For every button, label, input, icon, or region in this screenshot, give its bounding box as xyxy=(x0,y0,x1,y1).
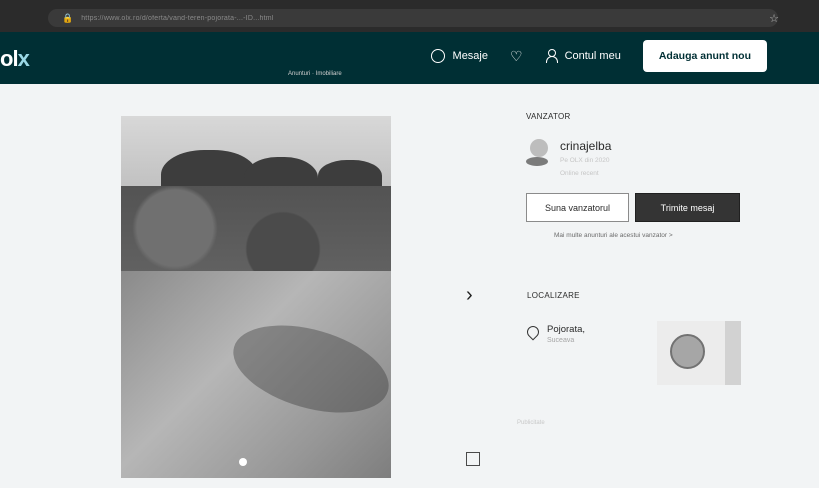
location-pin-icon xyxy=(524,323,542,341)
header-nav: Mesaje ♡ Contul meu Adauga anunt nou xyxy=(430,40,767,72)
account-link[interactable]: Contul meu xyxy=(545,49,621,63)
more-ads-link[interactable]: Mai multe anunturi ale acestui vanzator … xyxy=(554,232,744,239)
user-icon xyxy=(545,49,558,63)
seller-name[interactable]: crinajelba xyxy=(560,139,611,153)
location-section-title: LOCALIZARE xyxy=(527,291,580,300)
messages-link[interactable]: Mesaje xyxy=(430,49,488,63)
seller-info: crinajelba Pe OLX din 2020 Online recent xyxy=(560,139,611,179)
listing-photo[interactable] xyxy=(121,116,391,478)
url-text: https://www.olx.ro/d/oferta/vand-teren-p… xyxy=(81,14,274,22)
browser-address-bar: 🔒 https://www.olx.ro/d/oferta/vand-teren… xyxy=(0,0,819,32)
avatar xyxy=(526,139,550,167)
lock-icon: 🔒 xyxy=(62,12,74,23)
account-label: Contul meu xyxy=(564,50,621,62)
seller-meta-1: Pe OLX din 2020 xyxy=(560,157,610,164)
post-ad-button[interactable]: Adauga anunt nou xyxy=(642,40,767,72)
fullscreen-icon[interactable] xyxy=(466,452,480,466)
site-header: olx Mesaje ♡ Contul meu Adauga anunt nou xyxy=(0,32,819,84)
breadcrumb[interactable]: Anunturi · Imobiliare xyxy=(288,71,342,77)
seller-meta-2: Online recent xyxy=(560,170,599,177)
url-field[interactable]: 🔒 https://www.olx.ro/d/oferta/vand-teren… xyxy=(48,9,778,27)
heart-icon: ♡ xyxy=(510,47,523,64)
olx-logo[interactable]: olx xyxy=(0,46,30,72)
star-icon[interactable]: ☆ xyxy=(769,12,779,25)
seller-section-title: VANZATOR xyxy=(526,112,571,121)
seller-panel: VANZATOR crinajelba Pe OLX din 2020 Onli… xyxy=(526,112,744,239)
location-map[interactable] xyxy=(657,321,741,385)
message-seller-button[interactable]: Trimite mesaj xyxy=(635,193,740,222)
seller-row[interactable]: crinajelba Pe OLX din 2020 Online recent xyxy=(526,139,744,179)
place-region: Suceava xyxy=(547,337,575,344)
location-panel: LOCALIZARE Pojorata, Suceava xyxy=(524,291,742,385)
chat-bubble-icon xyxy=(430,49,445,63)
location-text: Pojorata, Suceava xyxy=(547,324,585,344)
call-seller-button[interactable]: Suna vanzatorul xyxy=(526,193,629,222)
photo-indicator-dot[interactable] xyxy=(239,458,247,466)
favorites-link[interactable]: ♡ xyxy=(510,48,523,65)
seller-actions: Suna vanzatorul Trimite mesaj xyxy=(526,193,744,222)
map-area-circle xyxy=(670,334,705,369)
chevron-right-icon[interactable]: › xyxy=(466,284,473,307)
map-edge xyxy=(725,321,741,385)
messages-label: Mesaje xyxy=(452,50,488,62)
place-name: Pojorata, xyxy=(547,324,586,335)
ad-label: Publicitate xyxy=(517,420,545,426)
